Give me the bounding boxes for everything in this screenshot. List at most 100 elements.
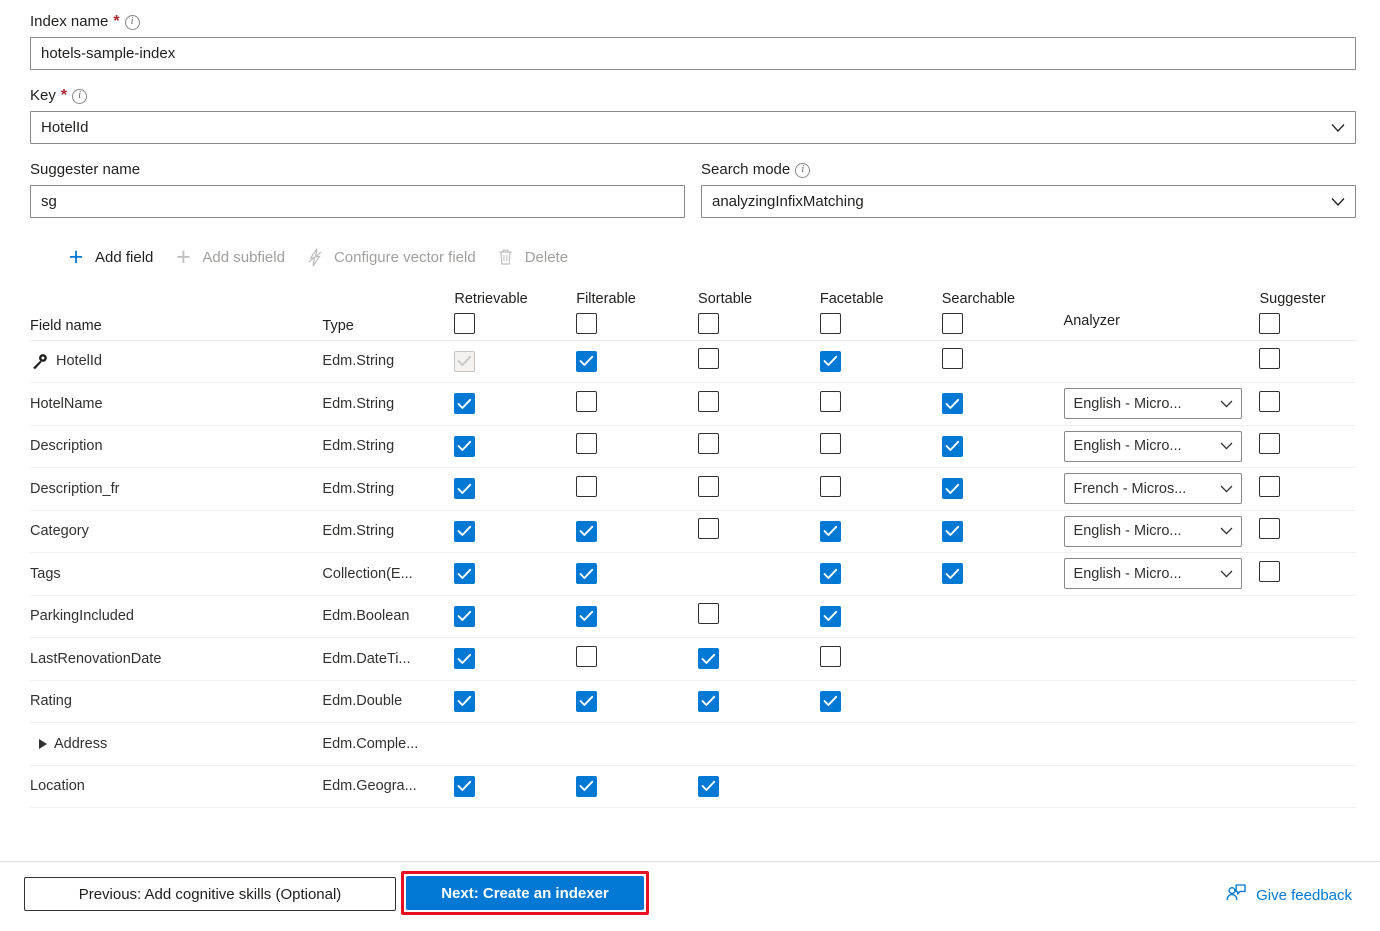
suggester-checkbox[interactable] <box>1259 561 1280 582</box>
table-row[interactable]: HotelIdEdm.String <box>30 340 1356 383</box>
table-row[interactable]: Description_frEdm.StringFrench - Micros.… <box>30 468 1356 511</box>
cell-sortable <box>698 468 820 511</box>
retrievable-checkbox[interactable] <box>454 478 475 499</box>
previous-step-button[interactable]: Previous: Add cognitive skills (Optional… <box>24 877 396 911</box>
table-row[interactable]: RatingEdm.Double <box>30 680 1356 723</box>
sortable-checkbox[interactable] <box>698 433 719 454</box>
table-row[interactable]: DescriptionEdm.StringEnglish - Micro... <box>30 425 1356 468</box>
cell-sortable <box>698 510 820 553</box>
suggester-checkbox[interactable] <box>1259 476 1280 497</box>
table-body: HotelIdEdm.StringHotelNameEdm.StringEngl… <box>30 340 1356 808</box>
sortable-checkbox[interactable] <box>698 348 719 369</box>
facetable-checkbox[interactable] <box>820 563 841 584</box>
cell-analyzer: French - Micros... <box>1064 468 1260 511</box>
delete-button[interactable]: Delete <box>490 242 582 272</box>
analyzer-dropdown[interactable]: English - Micro... <box>1064 388 1242 419</box>
analyzer-dropdown[interactable]: French - Micros... <box>1064 473 1242 504</box>
table-row[interactable]: CategoryEdm.StringEnglish - Micro... <box>30 510 1356 553</box>
searchable-checkbox[interactable] <box>942 393 963 414</box>
give-feedback-link[interactable]: Give feedback <box>1226 884 1352 906</box>
field-type-text: Collection(E... <box>322 566 412 582</box>
filterable-checkbox[interactable] <box>576 563 597 584</box>
retrievable-checkbox[interactable] <box>454 393 475 414</box>
select-all-sortable-checkbox[interactable] <box>698 313 719 334</box>
retrievable-checkbox[interactable] <box>454 563 475 584</box>
facetable-checkbox[interactable] <box>820 521 841 542</box>
retrievable-checkbox[interactable] <box>454 436 475 457</box>
suggester-checkbox[interactable] <box>1259 391 1280 412</box>
cell-sortable <box>698 680 820 723</box>
field-type-text: Edm.Comple... <box>322 736 418 752</box>
retrievable-checkbox[interactable] <box>454 648 475 669</box>
filterable-checkbox[interactable] <box>576 351 597 372</box>
sortable-checkbox[interactable] <box>698 648 719 669</box>
retrievable-checkbox[interactable] <box>454 521 475 542</box>
facetable-checkbox[interactable] <box>820 691 841 712</box>
searchable-checkbox[interactable] <box>942 478 963 499</box>
cell-analyzer <box>1064 765 1260 808</box>
field-name-text: Tags <box>30 566 61 582</box>
table-row[interactable]: LocationEdm.Geogra... <box>30 765 1356 808</box>
searchable-checkbox[interactable] <box>942 436 963 457</box>
expand-row-icon[interactable] <box>39 739 47 749</box>
filterable-checkbox[interactable] <box>576 476 597 497</box>
suggester-checkbox[interactable] <box>1259 433 1280 454</box>
info-icon[interactable]: i <box>125 15 140 30</box>
table-row[interactable]: HotelNameEdm.StringEnglish - Micro... <box>30 383 1356 426</box>
analyzer-dropdown[interactable]: English - Micro... <box>1064 558 1242 589</box>
retrievable-checkbox[interactable] <box>454 776 475 797</box>
sortable-checkbox[interactable] <box>698 776 719 797</box>
th-label: Searchable <box>942 291 1064 307</box>
searchable-checkbox[interactable] <box>942 521 963 542</box>
table-row[interactable]: AddressEdm.Comple... <box>30 723 1356 766</box>
filterable-checkbox[interactable] <box>576 646 597 667</box>
filterable-checkbox[interactable] <box>576 606 597 627</box>
configure-vector-field-button[interactable]: Configure vector field <box>299 242 490 272</box>
cell-facetable <box>820 765 942 808</box>
filterable-checkbox[interactable] <box>576 391 597 412</box>
sortable-checkbox[interactable] <box>698 391 719 412</box>
facetable-checkbox[interactable] <box>820 606 841 627</box>
table-row[interactable]: Tags Collection(E... English - Micro... <box>30 553 1356 596</box>
analyzer-dropdown[interactable]: English - Micro... <box>1064 431 1242 462</box>
sortable-checkbox[interactable] <box>698 476 719 497</box>
select-all-facetable-checkbox[interactable] <box>820 313 841 334</box>
searchable-checkbox[interactable] <box>942 563 963 584</box>
select-all-suggester-checkbox[interactable] <box>1259 313 1280 334</box>
retrievable-checkbox[interactable] <box>454 691 475 712</box>
key-dropdown[interactable]: HotelId <box>30 111 1356 144</box>
facetable-checkbox[interactable] <box>820 646 841 667</box>
facetable-checkbox[interactable] <box>820 391 841 412</box>
sortable-checkbox[interactable] <box>698 518 719 539</box>
filterable-checkbox[interactable] <box>576 433 597 454</box>
facetable-checkbox[interactable] <box>820 433 841 454</box>
searchable-checkbox[interactable] <box>942 348 963 369</box>
table-row[interactable]: LastRenovationDateEdm.DateTi... <box>30 638 1356 681</box>
analyzer-dropdown[interactable]: English - Micro... <box>1064 516 1242 547</box>
filterable-checkbox[interactable] <box>576 521 597 542</box>
info-icon[interactable]: i <box>795 163 810 178</box>
sortable-checkbox[interactable] <box>698 691 719 712</box>
filterable-checkbox[interactable] <box>576 776 597 797</box>
add-subfield-button[interactable]: + Add subfield <box>167 242 299 272</box>
suggester-checkbox[interactable] <box>1259 348 1280 369</box>
field-name-text: Description_fr <box>30 481 119 497</box>
facetable-checkbox[interactable] <box>820 351 841 372</box>
retrievable-checkbox[interactable] <box>454 606 475 627</box>
info-icon[interactable]: i <box>72 89 87 104</box>
cell-facetable <box>820 553 942 596</box>
select-all-retrievable-checkbox[interactable] <box>454 313 475 334</box>
facetable-checkbox[interactable] <box>820 476 841 497</box>
add-field-button[interactable]: + Add field <box>60 242 167 272</box>
suggester-checkbox[interactable] <box>1259 518 1280 539</box>
suggester-name-input[interactable] <box>30 185 685 218</box>
search-mode-dropdown[interactable]: analyzingInfixMatching <box>701 185 1356 218</box>
cell-filterable <box>576 383 698 426</box>
select-all-searchable-checkbox[interactable] <box>942 313 963 334</box>
sortable-checkbox[interactable] <box>698 603 719 624</box>
select-all-filterable-checkbox[interactable] <box>576 313 597 334</box>
next-step-button[interactable]: Next: Create an indexer <box>406 876 644 910</box>
table-row[interactable]: ParkingIncludedEdm.Boolean <box>30 595 1356 638</box>
index-name-input[interactable] <box>30 37 1356 70</box>
filterable-checkbox[interactable] <box>576 691 597 712</box>
